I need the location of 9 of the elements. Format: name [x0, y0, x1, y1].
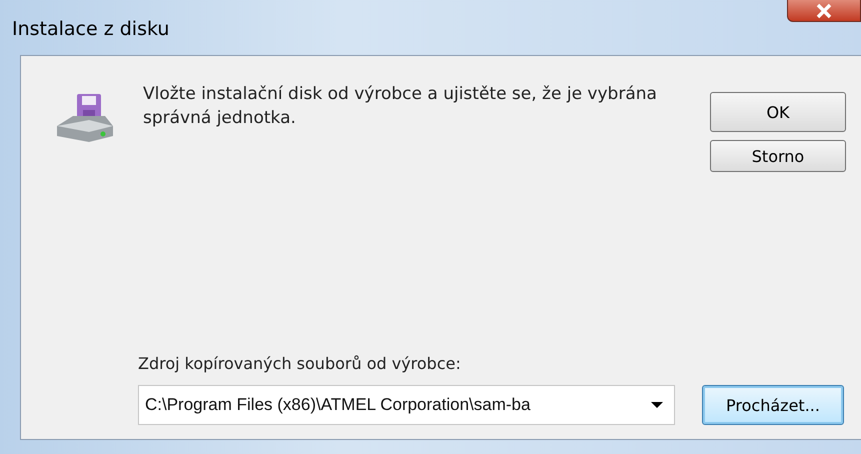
dialog-button[interactable]: OK — [710, 92, 846, 132]
browse-button[interactable]: Procházet... — [702, 385, 844, 425]
dialog-button[interactable]: Storno — [710, 140, 846, 172]
source-label: Zdroj kopírovaných souborů od výrobce: — [138, 354, 462, 373]
close-button[interactable] — [787, 0, 861, 22]
dropdown-arrow-icon — [650, 401, 664, 409]
window-title: Instalace z disku — [12, 18, 170, 40]
path-combo-box[interactable]: C:\Program Files (x86)\ATMEL Corporation\sam-ba — [138, 385, 675, 425]
instruction-text: Vložte instalační disk od výrobce a ujistěte se, že je vybrána správná jednotka. — [143, 83, 658, 130]
